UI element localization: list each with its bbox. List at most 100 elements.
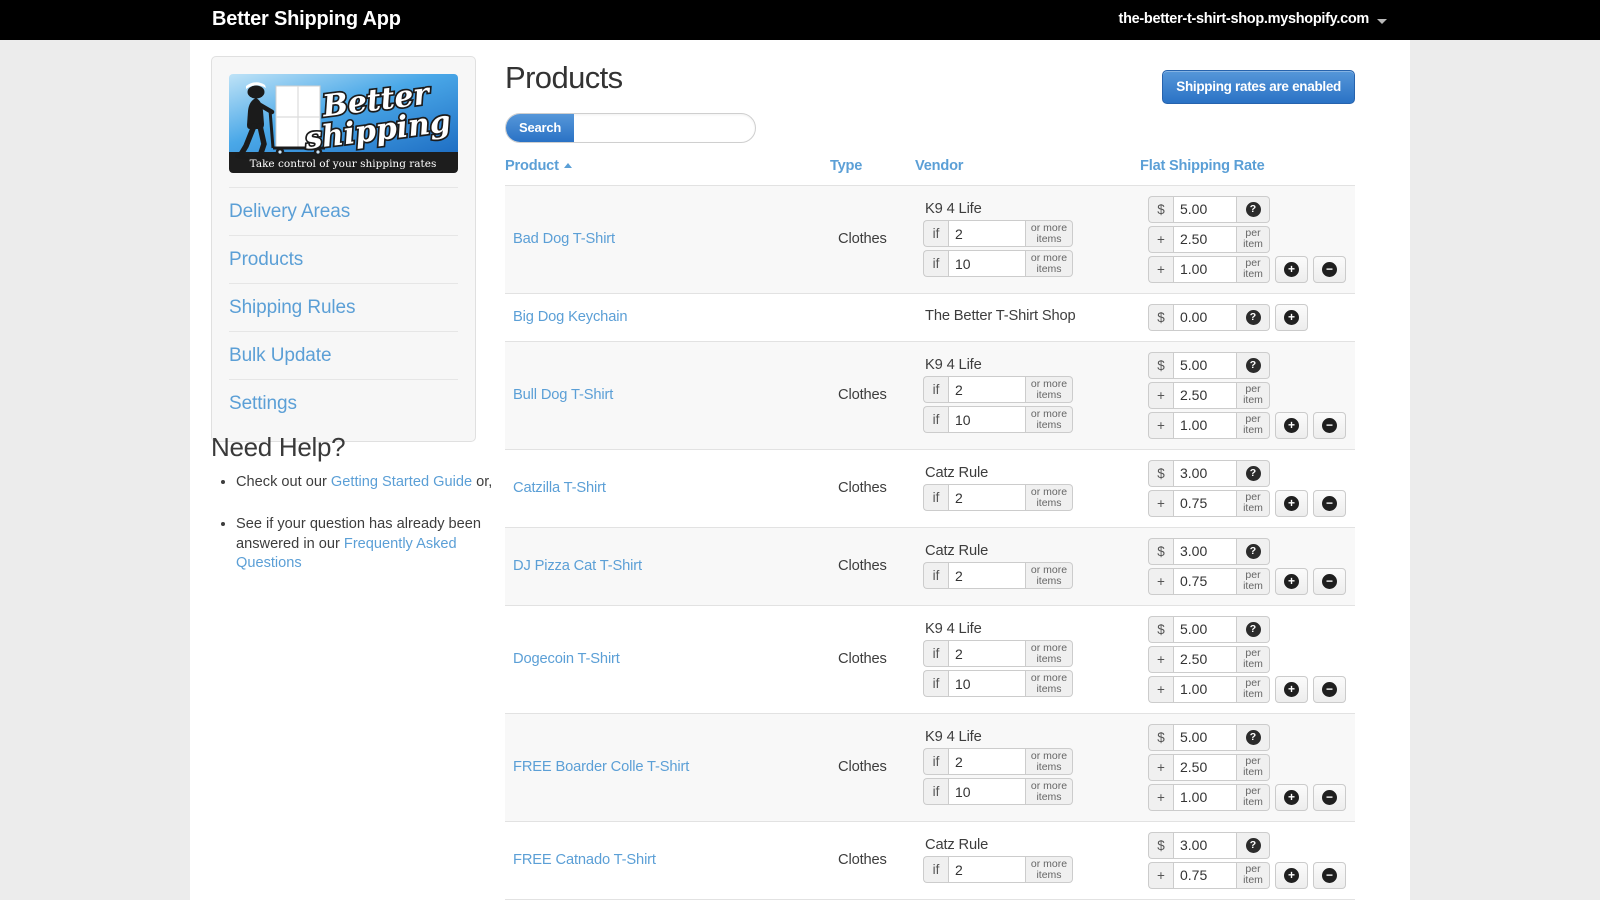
remove-tier-button[interactable]: − xyxy=(1313,489,1346,517)
per-item-addon: per item xyxy=(1237,861,1270,889)
rate-help-button[interactable]: ? xyxy=(1237,195,1270,223)
sidebar-item-products[interactable]: Products xyxy=(229,236,458,284)
quantity-input[interactable] xyxy=(948,484,1026,512)
base-rate-input[interactable] xyxy=(1173,615,1237,643)
plus-addon: + xyxy=(1148,675,1173,703)
product-link[interactable]: DJ Pizza Cat T-Shirt xyxy=(513,558,642,574)
vendor-name: K9 4 Life xyxy=(925,201,982,218)
column-header-type[interactable]: Type xyxy=(830,157,915,186)
top-bar: Better Shipping App the-better-t-shirt-s… xyxy=(0,0,1600,40)
extra-rate-input[interactable] xyxy=(1173,489,1237,517)
rate-help-button[interactable]: ? xyxy=(1237,723,1270,751)
plus-circle-icon: + xyxy=(1284,681,1299,697)
plus-addon: + xyxy=(1148,225,1173,253)
add-tier-button[interactable]: + xyxy=(1275,411,1308,439)
base-rate-input[interactable] xyxy=(1173,195,1237,223)
add-tier-button[interactable]: + xyxy=(1275,255,1308,283)
plus-circle-icon: + xyxy=(1284,495,1299,511)
per-item-addon: per item xyxy=(1237,567,1270,595)
sidebar: Better shipping Take control of your shi… xyxy=(211,56,476,442)
dollar-addon: $ xyxy=(1148,459,1173,487)
search-button[interactable]: Search xyxy=(506,113,575,142)
base-rate-input[interactable] xyxy=(1173,723,1237,751)
quantity-input[interactable] xyxy=(948,640,1026,668)
better-shipping-logo: Better shipping Take control of your shi… xyxy=(229,74,458,173)
dollar-addon: $ xyxy=(1148,303,1173,331)
extra-rate-input[interactable] xyxy=(1173,381,1237,409)
quantity-input[interactable] xyxy=(948,250,1026,278)
or-more-items-addon: or more items xyxy=(1026,778,1073,806)
sidebar-item-delivery-areas[interactable]: Delivery Areas xyxy=(229,187,458,236)
extra-rate-input[interactable] xyxy=(1173,645,1237,673)
remove-tier-button[interactable]: − xyxy=(1313,861,1346,889)
sidebar-item-shipping-rules[interactable]: Shipping Rules xyxy=(229,284,458,332)
extra-rate-input[interactable] xyxy=(1173,225,1237,253)
sidebar-item-bulk-update[interactable]: Bulk Update xyxy=(229,332,458,380)
base-rate-input[interactable] xyxy=(1173,831,1237,859)
remove-tier-button[interactable]: − xyxy=(1313,411,1346,439)
base-rate-input[interactable] xyxy=(1173,303,1237,331)
cell-flat-shipping-rate: $? + xyxy=(1140,293,1355,342)
rate-help-button[interactable]: ? xyxy=(1237,615,1270,643)
rate-help-button[interactable]: ? xyxy=(1237,459,1270,487)
minus-circle-icon: − xyxy=(1322,681,1337,697)
base-rate-input[interactable] xyxy=(1173,537,1237,565)
extra-rate-input[interactable] xyxy=(1173,411,1237,439)
quantity-input[interactable] xyxy=(948,670,1026,698)
base-rate-input[interactable] xyxy=(1173,351,1237,379)
getting-started-guide-link[interactable]: Getting Started Guide xyxy=(331,474,472,490)
per-item-addon: per item xyxy=(1237,411,1270,439)
search-input[interactable] xyxy=(574,113,755,142)
quantity-input[interactable] xyxy=(948,562,1026,590)
extra-rate-input[interactable] xyxy=(1173,753,1237,781)
cell-flat-shipping-rate: $?+peritem+peritem+− xyxy=(1140,713,1355,822)
product-link[interactable]: Bad Dog T-Shirt xyxy=(513,231,615,247)
product-link[interactable]: FREE Catnado T-Shirt xyxy=(513,852,656,868)
product-link[interactable]: Catzilla T-Shirt xyxy=(513,480,606,496)
add-tier-button[interactable]: + xyxy=(1275,303,1308,331)
shop-domain-menu[interactable]: the-better-t-shirt-shop.myshopify.com xyxy=(1119,11,1387,27)
extra-rate-input[interactable] xyxy=(1173,675,1237,703)
add-tier-button[interactable]: + xyxy=(1275,675,1308,703)
shipping-rates-status-button[interactable]: Shipping rates are enabled xyxy=(1162,70,1355,104)
extra-rate-input[interactable] xyxy=(1173,783,1237,811)
base-rate-input[interactable] xyxy=(1173,459,1237,487)
extra-rate-input[interactable] xyxy=(1173,567,1237,595)
quantity-input[interactable] xyxy=(948,748,1026,776)
extra-rate-input[interactable] xyxy=(1173,255,1237,283)
quantity-input[interactable] xyxy=(948,856,1026,884)
remove-tier-button[interactable]: − xyxy=(1313,675,1346,703)
remove-tier-button[interactable]: − xyxy=(1313,255,1346,283)
quantity-input[interactable] xyxy=(948,778,1026,806)
cell-product: FREE Catnado T-Shirt xyxy=(505,821,830,900)
cell-product: Catzilla T-Shirt xyxy=(505,449,830,528)
quantity-input[interactable] xyxy=(948,406,1026,434)
column-header-flat-shipping-rate[interactable]: Flat Shipping Rate xyxy=(1140,157,1355,186)
products-table-head: Product Type Vendor Flat Shipping Rate xyxy=(505,157,1355,186)
add-tier-button[interactable]: + xyxy=(1275,567,1308,595)
dollar-addon: $ xyxy=(1148,195,1173,223)
quantity-input[interactable] xyxy=(948,220,1026,248)
plus-addon: + xyxy=(1148,489,1173,517)
sidebar-item-settings[interactable]: Settings xyxy=(229,380,458,427)
add-tier-button[interactable]: + xyxy=(1275,861,1308,889)
product-link[interactable]: FREE Boarder Colle T-Shirt xyxy=(513,759,689,775)
cell-type: Clothes xyxy=(830,821,915,900)
extra-rate-input[interactable] xyxy=(1173,861,1237,889)
add-tier-button[interactable]: + xyxy=(1275,783,1308,811)
add-tier-button[interactable]: + xyxy=(1275,489,1308,517)
quantity-threshold-group: if or moreitems xyxy=(923,562,1073,590)
dollar-addon: $ xyxy=(1148,351,1173,379)
column-header-vendor[interactable]: Vendor xyxy=(915,157,1140,186)
rate-help-button[interactable]: ? xyxy=(1237,303,1270,331)
product-link[interactable]: Dogecoin T-Shirt xyxy=(513,651,620,667)
product-link[interactable]: Big Dog Keychain xyxy=(513,309,628,325)
rate-help-button[interactable]: ? xyxy=(1237,351,1270,379)
remove-tier-button[interactable]: − xyxy=(1313,783,1346,811)
column-header-product[interactable]: Product xyxy=(505,157,830,186)
rate-help-button[interactable]: ? xyxy=(1237,537,1270,565)
product-link[interactable]: Bull Dog T-Shirt xyxy=(513,387,613,403)
quantity-input[interactable] xyxy=(948,376,1026,404)
remove-tier-button[interactable]: − xyxy=(1313,567,1346,595)
rate-help-button[interactable]: ? xyxy=(1237,831,1270,859)
